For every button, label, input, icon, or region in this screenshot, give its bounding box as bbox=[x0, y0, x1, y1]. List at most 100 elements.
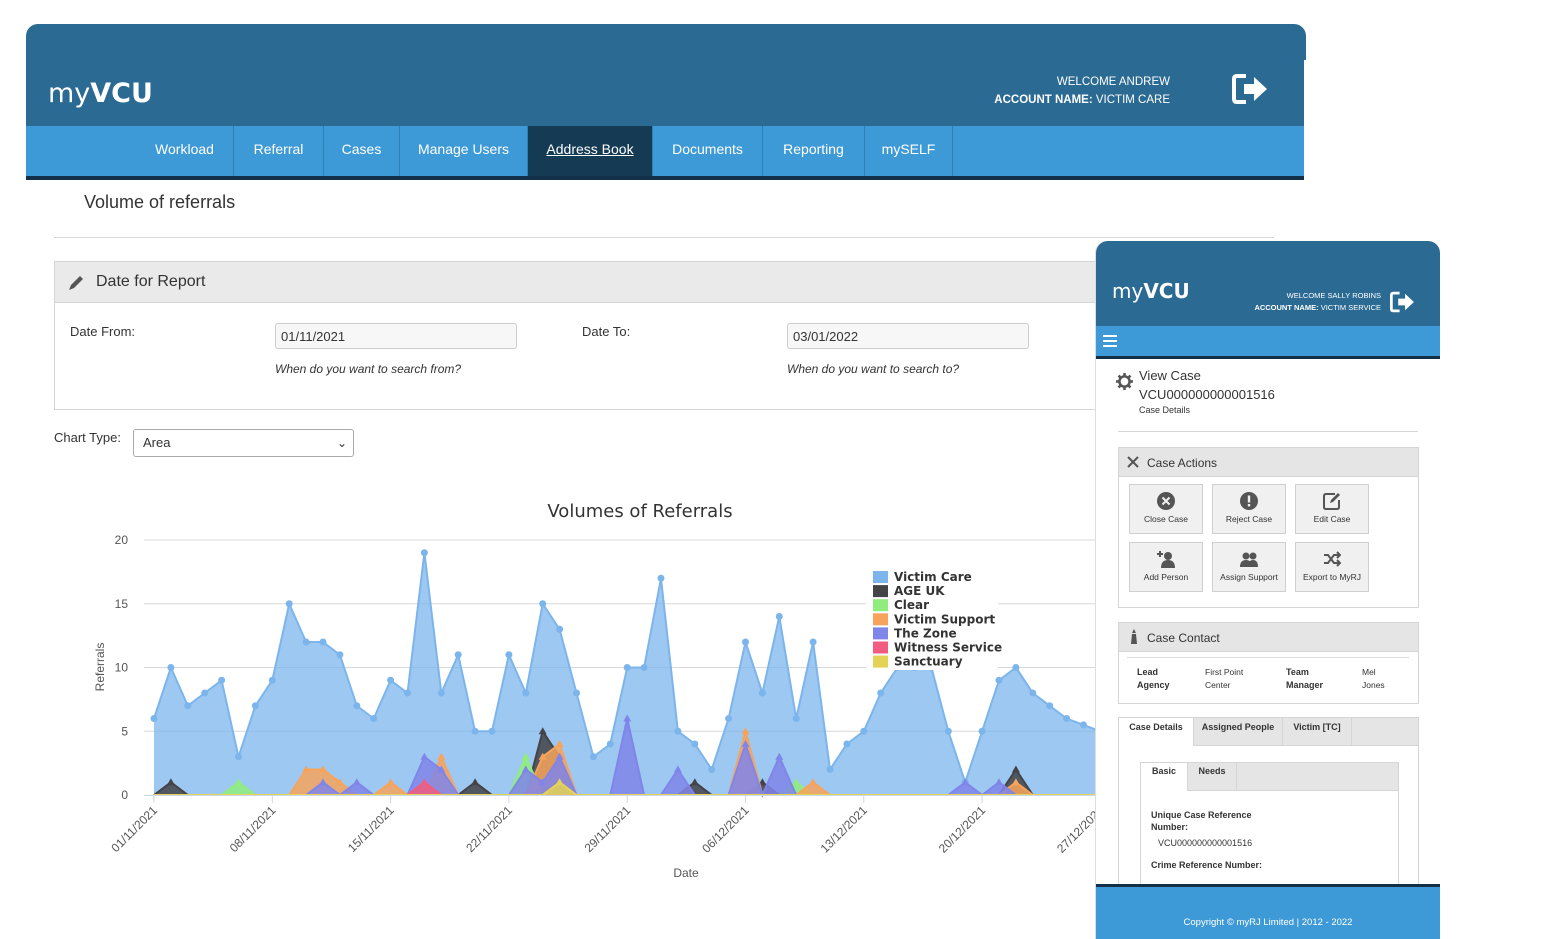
x-tick-label: 29/11/2021 bbox=[582, 803, 634, 855]
legend-item[interactable]: Victim Care bbox=[894, 570, 972, 584]
data-point[interactable] bbox=[657, 574, 665, 582]
data-point[interactable] bbox=[437, 689, 445, 697]
tab-victim[interactable]: Victim [TC] bbox=[1283, 718, 1352, 745]
legend-item[interactable]: AGE UK bbox=[894, 584, 945, 598]
data-point[interactable] bbox=[691, 740, 699, 748]
data-point[interactable] bbox=[302, 638, 310, 646]
shuffle-icon bbox=[1324, 551, 1341, 567]
data-point[interactable] bbox=[1080, 721, 1087, 729]
tab-assigned-people[interactable]: Assigned People bbox=[1194, 718, 1283, 745]
ucrn-label: Unique Case Reference Number: bbox=[1151, 810, 1252, 832]
legend-item[interactable]: The Zone bbox=[894, 626, 957, 640]
data-point[interactable] bbox=[471, 727, 479, 735]
case-contact-title: Case Contact bbox=[1147, 631, 1220, 645]
add-person-label: Add Person bbox=[1143, 572, 1189, 582]
y-tick-label: 0 bbox=[121, 788, 128, 802]
x-tick-label: 08/11/2021 bbox=[227, 803, 279, 855]
data-point[interactable] bbox=[1063, 715, 1071, 722]
data-point[interactable] bbox=[218, 676, 226, 684]
legend-swatch[interactable] bbox=[873, 599, 888, 612]
data-point[interactable] bbox=[589, 753, 597, 761]
data-point[interactable] bbox=[742, 638, 749, 646]
mobile-logout-icon[interactable] bbox=[1390, 291, 1416, 313]
data-point[interactable] bbox=[944, 727, 952, 735]
data-point[interactable] bbox=[556, 625, 564, 633]
close-case-button[interactable]: Close Case bbox=[1129, 484, 1203, 534]
data-point[interactable] bbox=[167, 664, 175, 671]
data-point[interactable] bbox=[606, 740, 614, 748]
reject-case-button[interactable]: Reject Case bbox=[1212, 484, 1286, 534]
data-point[interactable] bbox=[387, 676, 395, 684]
legend-swatch[interactable] bbox=[873, 627, 888, 640]
data-point[interactable] bbox=[539, 600, 547, 608]
gear-icon bbox=[1116, 373, 1133, 390]
data-point[interactable] bbox=[505, 651, 513, 659]
data-point[interactable] bbox=[336, 651, 344, 659]
subtab-needs[interactable]: Needs bbox=[1188, 763, 1237, 790]
data-point[interactable] bbox=[792, 715, 800, 722]
legend-item[interactable]: Sanctuary bbox=[894, 655, 963, 669]
mobile-logo[interactable]: myVCU bbox=[1112, 279, 1190, 303]
data-point[interactable] bbox=[843, 740, 851, 748]
legend-swatch[interactable] bbox=[873, 585, 888, 598]
edit-case-button[interactable]: Edit Case bbox=[1295, 484, 1369, 534]
x-tick-label: 13/12/2021 bbox=[818, 803, 871, 856]
data-point[interactable] bbox=[150, 715, 158, 722]
data-point[interactable] bbox=[995, 676, 1003, 684]
data-point[interactable] bbox=[1046, 702, 1054, 710]
case-actions-header: Case Actions bbox=[1119, 448, 1418, 477]
x-tick-label: 15/11/2021 bbox=[345, 803, 397, 855]
data-point[interactable] bbox=[725, 715, 733, 722]
data-point[interactable] bbox=[201, 689, 209, 697]
data-point[interactable] bbox=[522, 689, 530, 697]
mobile-nav bbox=[1096, 326, 1440, 359]
legend-item[interactable]: Victim Support bbox=[894, 612, 995, 626]
export-to-myrj-button[interactable]: Export to MyRJ bbox=[1295, 542, 1369, 592]
data-point[interactable] bbox=[235, 753, 242, 761]
data-point[interactable] bbox=[251, 702, 259, 710]
data-point[interactable] bbox=[674, 727, 682, 735]
mobile-welcome-text: WELCOME SALLY ROBINS bbox=[1286, 291, 1381, 300]
mobile-window: myVCU WELCOME SALLY ROBINS ACCOUNT NAME:… bbox=[1096, 241, 1440, 939]
mobile-logo-brand: VCU bbox=[1143, 279, 1190, 303]
data-point[interactable] bbox=[1029, 689, 1037, 697]
data-point[interactable] bbox=[573, 689, 580, 697]
data-point[interactable] bbox=[860, 727, 868, 735]
edit-icon bbox=[1323, 493, 1340, 510]
data-point[interactable] bbox=[708, 766, 716, 773]
data-point[interactable] bbox=[877, 689, 885, 697]
subtab-basic[interactable]: Basic bbox=[1141, 763, 1188, 791]
tab-case-details[interactable]: Case Details bbox=[1119, 718, 1194, 746]
data-point[interactable] bbox=[488, 727, 496, 735]
data-point[interactable] bbox=[758, 689, 766, 697]
mobile-account-name: ACCOUNT NAME: VICTIM SERVICE bbox=[1254, 302, 1381, 314]
data-point[interactable] bbox=[623, 664, 631, 671]
legend-swatch[interactable] bbox=[873, 571, 888, 583]
data-point[interactable] bbox=[184, 702, 192, 710]
data-point[interactable] bbox=[454, 651, 462, 659]
data-point[interactable] bbox=[420, 549, 428, 557]
data-point[interactable] bbox=[640, 664, 648, 671]
y-tick-label: 10 bbox=[115, 661, 129, 675]
data-point[interactable] bbox=[775, 613, 783, 620]
hamburger-menu-icon[interactable] bbox=[1103, 335, 1117, 350]
legend-swatch[interactable] bbox=[873, 613, 888, 626]
legend-swatch[interactable] bbox=[873, 641, 888, 654]
data-point[interactable] bbox=[809, 638, 817, 646]
legend-swatch[interactable] bbox=[873, 655, 888, 668]
data-point[interactable] bbox=[285, 600, 293, 608]
data-point[interactable] bbox=[319, 638, 327, 646]
legend-item[interactable]: Witness Service bbox=[894, 641, 1002, 655]
assign-support-button[interactable]: Assign Support bbox=[1212, 542, 1286, 592]
data-point[interactable] bbox=[353, 702, 361, 710]
data-point[interactable] bbox=[1012, 664, 1020, 671]
close-circle-icon bbox=[1157, 492, 1175, 510]
legend-item[interactable]: Clear bbox=[894, 598, 929, 612]
data-point[interactable] bbox=[978, 727, 986, 735]
exclamation-circle-icon bbox=[1240, 492, 1258, 510]
data-point[interactable] bbox=[268, 676, 276, 684]
data-point[interactable] bbox=[404, 689, 411, 697]
data-point[interactable] bbox=[826, 766, 834, 773]
data-point[interactable] bbox=[370, 715, 378, 722]
add-person-button[interactable]: Add Person bbox=[1129, 542, 1203, 592]
